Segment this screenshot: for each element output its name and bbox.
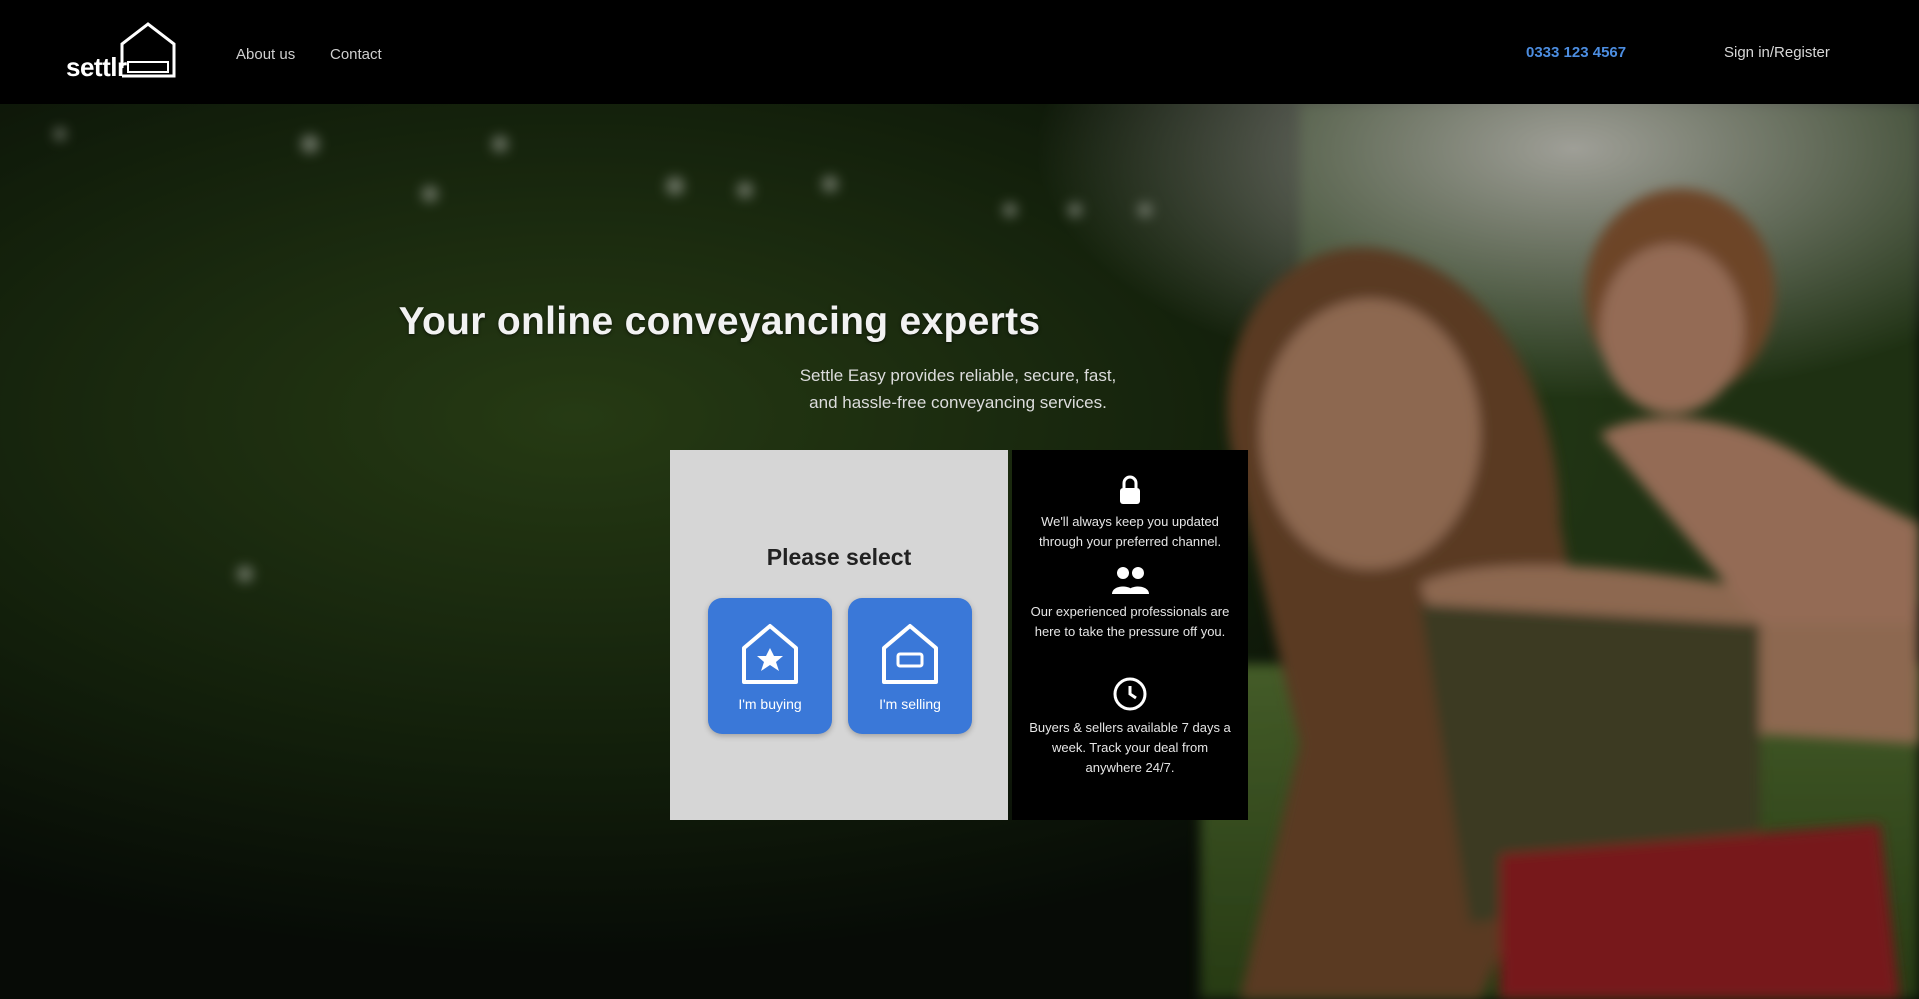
clock-icon [1113, 677, 1147, 711]
info-item-availability: Buyers & sellers available 7 days a week… [1012, 676, 1248, 778]
site-header: settlr About us Contact 0333 123 4567 Si… [0, 0, 1919, 104]
info-item-updates: We'll always keep you updated through yo… [1012, 474, 1248, 552]
hero-title: Your online conveyancing experts [398, 300, 1041, 343]
lock-icon [1120, 475, 1140, 504]
logo-text: settlr [66, 52, 127, 82]
hero-section: Your online conveyancing experts Settle … [0, 104, 1919, 999]
selling-button[interactable]: I'm selling [848, 598, 972, 734]
info-text-updates: We'll always keep you updated through yo… [1038, 514, 1222, 549]
select-panel: Please select I'm buying I'm selling [670, 450, 1008, 820]
hero-subtitle: Settle Easy provides reliable, secure, f… [758, 362, 1158, 416]
selling-label: I'm selling [879, 696, 941, 712]
info-text-availability: Buyers & sellers available 7 days a week… [1029, 720, 1231, 775]
info-text-professionals: Our experienced professionals are here t… [1030, 604, 1230, 639]
select-title: Please select [766, 544, 912, 570]
logo[interactable]: settlr [60, 18, 186, 86]
nav-contact[interactable]: Contact [330, 46, 382, 63]
buying-button[interactable]: I'm buying [708, 598, 832, 734]
house-buy-icon [742, 624, 798, 684]
hero-title-wrap: Your online conveyancing experts [0, 300, 1919, 344]
buying-label: I'm buying [738, 696, 802, 712]
nav-about-us[interactable]: About us [236, 46, 295, 63]
people-icon [1112, 567, 1149, 594]
sign-in-register-link[interactable]: Sign in/Register [1724, 44, 1830, 61]
info-item-professionals: Our experienced professionals are here t… [1012, 564, 1248, 642]
house-sell-icon [882, 624, 938, 684]
phone-number-link[interactable]: 0333 123 4567 [1526, 44, 1626, 61]
hero-subtitle-line-2: and hassle-free conveyancing services. [809, 393, 1107, 412]
hero-subtitle-line-1: Settle Easy provides reliable, secure, f… [799, 366, 1117, 385]
info-panel: We'll always keep you updated through yo… [1012, 450, 1248, 820]
